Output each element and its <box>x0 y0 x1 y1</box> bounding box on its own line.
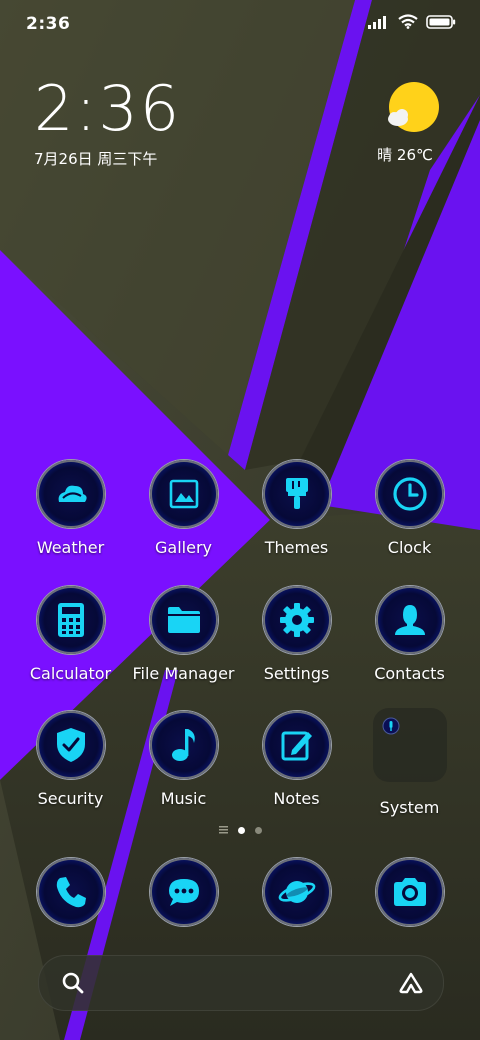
app-clock[interactable]: Clock <box>353 460 466 557</box>
dock-browser[interactable] <box>240 858 353 926</box>
calculator-icon <box>57 603 84 637</box>
app-label: Music <box>160 789 207 808</box>
gear-icon <box>279 603 314 637</box>
status-time: 2:36 <box>26 14 71 34</box>
assistant-icon[interactable] <box>397 971 425 995</box>
app-label: Notes <box>273 789 320 808</box>
app-label: System <box>379 798 440 817</box>
phone-icon <box>56 877 86 908</box>
battery-icon <box>426 14 456 29</box>
app-label: Weather <box>36 538 105 557</box>
partly-sunny-icon <box>388 82 439 132</box>
clock-icon <box>392 477 427 511</box>
app-label: Settings <box>263 664 330 683</box>
clock-date: 7月26日 周三下午 <box>34 150 158 168</box>
page-dot-active[interactable] <box>237 826 245 834</box>
weather-widget[interactable]: 晴 26℃ <box>370 82 450 165</box>
clock-widget[interactable]: 2:36 7月26日 周三下午 <box>34 78 181 169</box>
person-icon <box>394 605 425 635</box>
message-icon <box>168 879 199 906</box>
folder-system[interactable]: System <box>353 708 466 817</box>
gallery-icon <box>169 479 198 509</box>
dock-camera[interactable] <box>353 858 466 926</box>
app-label: Security <box>37 789 104 808</box>
app-file-manager[interactable]: File Manager <box>127 586 240 683</box>
folder-group-icon <box>372 708 447 782</box>
app-weather[interactable]: Weather <box>14 460 127 557</box>
app-label: Calculator <box>29 664 112 683</box>
signal-icon <box>368 15 386 29</box>
weather-text: 晴 26℃ <box>377 146 433 164</box>
dock-phone[interactable] <box>14 858 127 926</box>
wifi-icon <box>398 14 418 29</box>
mini-app-icon <box>382 717 399 735</box>
app-drawer-icon[interactable] <box>218 826 228 834</box>
app-gallery[interactable]: Gallery <box>127 460 240 557</box>
music-note-icon <box>171 729 195 761</box>
app-notes[interactable]: Notes <box>240 711 353 808</box>
clock-time: 2:36 <box>34 72 182 145</box>
brush-icon <box>285 478 308 509</box>
app-label: Clock <box>387 538 432 557</box>
browser-icon <box>278 881 315 903</box>
weather-icon <box>58 485 87 502</box>
app-music[interactable]: Music <box>127 711 240 808</box>
app-contacts[interactable]: Contacts <box>353 586 466 683</box>
status-bar: 2:36 <box>0 0 480 50</box>
app-label: File Manager <box>132 664 235 683</box>
app-settings[interactable]: Settings <box>240 586 353 683</box>
camera-icon <box>393 878 426 906</box>
app-security[interactable]: Security <box>14 711 127 808</box>
page-indicator <box>0 826 480 834</box>
dock-messages[interactable] <box>127 858 240 926</box>
notes-icon <box>281 731 312 761</box>
app-label: Themes <box>264 538 329 557</box>
folder-icon <box>167 607 200 633</box>
app-label: Gallery <box>155 538 212 557</box>
search-icon[interactable] <box>61 971 85 995</box>
app-calculator[interactable]: Calculator <box>14 586 127 683</box>
app-label: Contacts <box>374 664 445 683</box>
app-themes[interactable]: Themes <box>240 460 353 557</box>
page-dot[interactable] <box>254 826 262 834</box>
shield-icon <box>56 728 85 762</box>
search-bar[interactable] <box>38 955 444 1011</box>
